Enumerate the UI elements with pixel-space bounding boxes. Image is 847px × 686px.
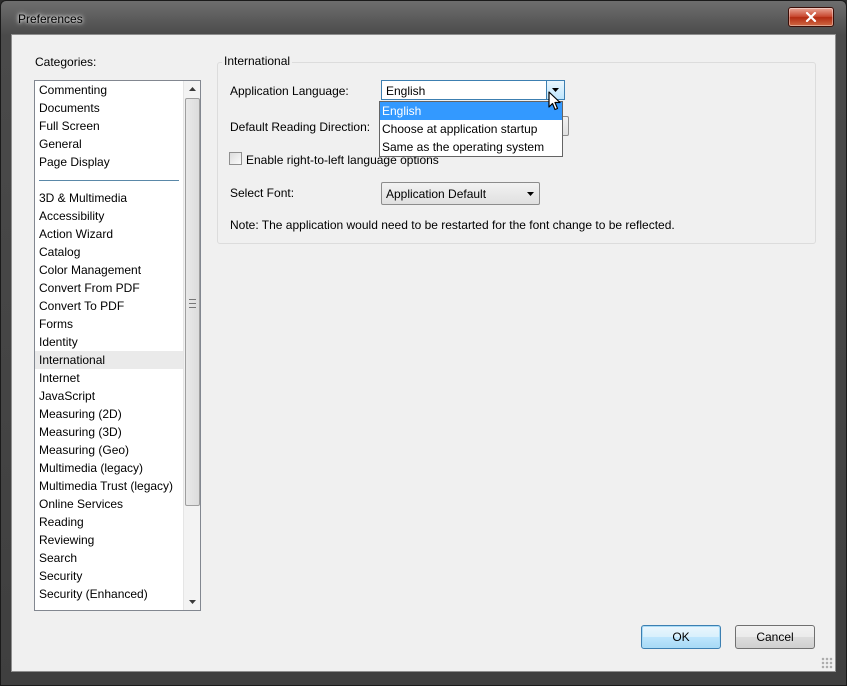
ok-button[interactable]: OK xyxy=(641,625,721,649)
cancel-button[interactable]: Cancel xyxy=(735,625,815,649)
category-item-catalog[interactable]: Catalog xyxy=(35,243,183,261)
categories-scrollbar[interactable] xyxy=(183,81,200,610)
arrow-up-icon xyxy=(188,87,196,91)
category-item-page-display[interactable]: Page Display xyxy=(35,153,183,171)
category-item-full-screen[interactable]: Full Screen xyxy=(35,117,183,135)
category-item-measuring-3d[interactable]: Measuring (3D) xyxy=(35,423,183,441)
app-language-value: English xyxy=(386,84,426,98)
category-item-online-services[interactable]: Online Services xyxy=(35,495,183,513)
option-english[interactable]: English xyxy=(380,102,562,120)
categories-label: Categories: xyxy=(35,55,97,69)
select-font-select[interactable]: Application Default xyxy=(381,182,540,205)
category-item-convert-from-pdf[interactable]: Convert From PDF xyxy=(35,279,183,297)
category-item-reading[interactable]: Reading xyxy=(35,513,183,531)
category-item-general[interactable]: General xyxy=(35,135,183,153)
chevron-down-icon xyxy=(527,191,534,196)
close-icon xyxy=(805,12,817,22)
rtl-checkbox[interactable] xyxy=(229,152,242,165)
dropdown-arrow[interactable] xyxy=(522,183,539,204)
list-separator xyxy=(35,171,183,189)
option-choose-at-startup[interactable]: Choose at application startup xyxy=(380,120,562,138)
select-font-label: Select Font: xyxy=(230,186,295,200)
category-item-reviewing[interactable]: Reviewing xyxy=(35,531,183,549)
scroll-thumb[interactable] xyxy=(185,98,200,506)
category-item-measuring-geo[interactable]: Measuring (Geo) xyxy=(35,441,183,459)
category-item-action-wizard[interactable]: Action Wizard xyxy=(35,225,183,243)
category-item-identity[interactable]: Identity xyxy=(35,333,183,351)
category-item-measuring-2d[interactable]: Measuring (2D) xyxy=(35,405,183,423)
category-item-color-management[interactable]: Color Management xyxy=(35,261,183,279)
category-item-accessibility[interactable]: Accessibility xyxy=(35,207,183,225)
scroll-down-button[interactable] xyxy=(184,594,200,610)
category-item-javascript[interactable]: JavaScript xyxy=(35,387,183,405)
font-restart-note: Note: The application would need to be r… xyxy=(230,218,675,232)
scroll-up-button[interactable] xyxy=(184,81,200,97)
mouse-pointer-icon xyxy=(548,91,561,111)
app-language-dropdown[interactable]: English Choose at application startup Sa… xyxy=(379,101,563,157)
category-item-commenting[interactable]: Commenting xyxy=(35,81,183,99)
window-title: Preferences xyxy=(18,12,83,26)
category-item-security[interactable]: Security xyxy=(35,567,183,585)
categories-list[interactable]: Commenting Documents Full Screen General Pag… xyxy=(34,80,201,611)
resize-grip-icon[interactable] xyxy=(821,657,833,669)
category-item-convert-to-pdf[interactable]: Convert To PDF xyxy=(35,297,183,315)
grip-icon xyxy=(189,299,196,308)
app-language-label: Application Language: xyxy=(230,84,349,98)
arrow-down-icon xyxy=(188,600,196,604)
category-item-documents[interactable]: Documents xyxy=(35,99,183,117)
option-same-as-os[interactable]: Same as the operating system xyxy=(380,138,562,156)
category-item-internet[interactable]: Internet xyxy=(35,369,183,387)
close-button[interactable] xyxy=(788,7,834,27)
category-item-international[interactable]: International xyxy=(35,351,183,369)
select-font-value: Application Default xyxy=(386,187,487,201)
category-item-security-enhanced[interactable]: Security (Enhanced) xyxy=(35,585,183,603)
category-item-multimedia-legacy[interactable]: Multimedia (legacy) xyxy=(35,459,183,477)
categories-items: Commenting Documents Full Screen General Pag… xyxy=(35,81,183,603)
category-item-forms[interactable]: Forms xyxy=(35,315,183,333)
category-item-3d-multimedia[interactable]: 3D & Multimedia xyxy=(35,189,183,207)
reading-direction-label: Default Reading Direction: xyxy=(230,120,371,134)
category-item-multimedia-trust-legacy[interactable]: Multimedia Trust (legacy) xyxy=(35,477,183,495)
category-item-search[interactable]: Search xyxy=(35,549,183,567)
app-language-select[interactable]: English xyxy=(381,80,565,100)
group-title: International xyxy=(222,54,293,68)
